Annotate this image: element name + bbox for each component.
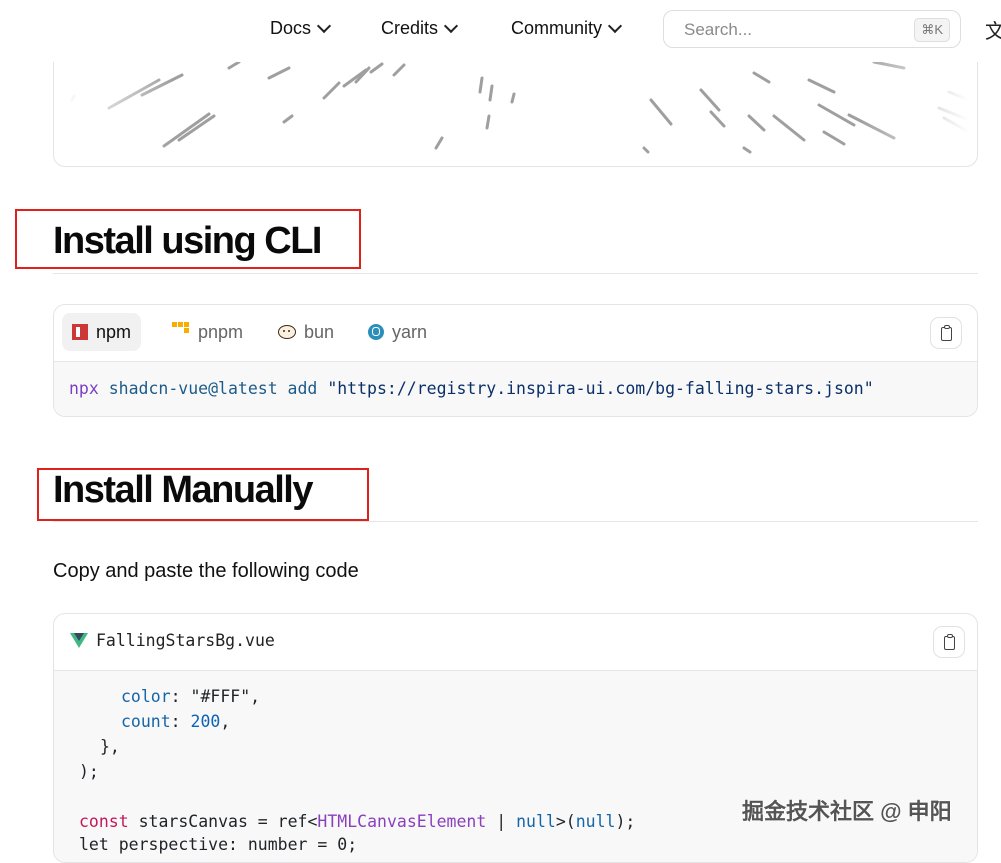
npm-icon bbox=[72, 324, 88, 340]
cli-code-block: npm pnpm bun yarn npx shadcn-vue@latest … bbox=[53, 304, 978, 417]
file-name: FallingStarsBg.vue bbox=[96, 631, 275, 650]
copy-icon-clip bbox=[944, 325, 950, 329]
code-token: : bbox=[170, 712, 191, 731]
divider bbox=[53, 273, 978, 274]
tab-yarn[interactable]: yarn bbox=[358, 313, 437, 351]
code-token: "https://registry.inspira-ui.com/bg-fall… bbox=[327, 379, 874, 398]
code-token: count bbox=[121, 712, 171, 731]
pnpm-icon bbox=[172, 322, 190, 334]
code-token: shadcn-vue@latest add bbox=[108, 379, 318, 398]
tab-npm-label: npm bbox=[96, 321, 132, 342]
code-line: count: 200, bbox=[121, 712, 230, 731]
code-token: starsCanvas = ref< bbox=[128, 812, 318, 831]
code-token: null bbox=[516, 812, 556, 831]
watermark: 掘金技术社区 @ 申阳 bbox=[742, 799, 952, 824]
copy-button[interactable] bbox=[930, 317, 962, 349]
instruction-text: Copy and paste the following code bbox=[53, 560, 359, 582]
copy-icon-clip bbox=[947, 634, 953, 638]
nav-credits-label: Credits bbox=[381, 18, 439, 38]
nav-docs-label: Docs bbox=[270, 18, 312, 38]
code-line: ); bbox=[79, 762, 99, 781]
vue-icon bbox=[70, 633, 88, 648]
translate-icon[interactable]: 文 bbox=[985, 15, 1001, 44]
section-heading-manual: Install Manually bbox=[53, 469, 313, 511]
nav-docs[interactable]: Docs bbox=[270, 18, 332, 39]
code-token: HTMLCanvasElement bbox=[317, 812, 487, 831]
tab-bun-label: bun bbox=[304, 321, 335, 342]
top-nav: Docs Credits Community ⌘K 文 bbox=[0, 0, 1001, 62]
search-shortcut: ⌘K bbox=[914, 18, 950, 42]
code-line: npx shadcn-vue@latest add "https://regis… bbox=[69, 379, 874, 398]
yarn-icon bbox=[368, 324, 384, 340]
nav-community[interactable]: Community bbox=[511, 18, 623, 39]
chevron-down-icon bbox=[443, 18, 459, 34]
tab-npm[interactable]: npm bbox=[62, 313, 142, 351]
tab-pnpm-label: pnpm bbox=[198, 321, 244, 342]
section-heading-cli: Install using CLI bbox=[53, 220, 322, 262]
code-token: | bbox=[486, 812, 517, 831]
code-line: color: "#FFF", bbox=[121, 687, 260, 706]
code-body: color: "#FFF", count: 200, }, ); const s… bbox=[54, 671, 977, 862]
copy-icon bbox=[941, 327, 952, 341]
code-line: let perspective: number = 0; bbox=[79, 835, 358, 854]
nav-community-label: Community bbox=[511, 18, 603, 38]
code-token: npx bbox=[69, 379, 99, 398]
tab-bun[interactable]: bun bbox=[268, 313, 344, 351]
code-token: ); bbox=[615, 812, 636, 831]
code-line: }, bbox=[100, 737, 120, 756]
tab-pnpm[interactable]: pnpm bbox=[162, 313, 253, 351]
tab-yarn-label: yarn bbox=[392, 321, 428, 342]
copy-button[interactable] bbox=[933, 626, 965, 658]
code-token: null bbox=[575, 812, 616, 831]
file-header: FallingStarsBg.vue bbox=[54, 614, 977, 671]
package-manager-tabs: npm pnpm bun yarn bbox=[54, 305, 977, 362]
code-token: color bbox=[121, 687, 171, 706]
copy-icon bbox=[944, 636, 955, 650]
bun-icon bbox=[278, 325, 296, 339]
search-input[interactable] bbox=[682, 19, 906, 41]
code-token: , bbox=[220, 712, 231, 731]
code-token: >( bbox=[555, 812, 576, 831]
code-line: const starsCanvas = ref<HTMLCanvasElemen… bbox=[79, 812, 635, 831]
search-box[interactable]: ⌘K bbox=[663, 10, 961, 48]
divider bbox=[53, 521, 978, 522]
code-token: const bbox=[79, 812, 129, 831]
chevron-down-icon bbox=[607, 18, 623, 34]
chevron-down-icon bbox=[316, 18, 332, 34]
cli-command: npx shadcn-vue@latest add "https://regis… bbox=[54, 362, 977, 416]
code-token: : "#FFF", bbox=[170, 687, 261, 706]
code-token: 200 bbox=[190, 712, 221, 731]
nav-credits[interactable]: Credits bbox=[381, 18, 459, 39]
